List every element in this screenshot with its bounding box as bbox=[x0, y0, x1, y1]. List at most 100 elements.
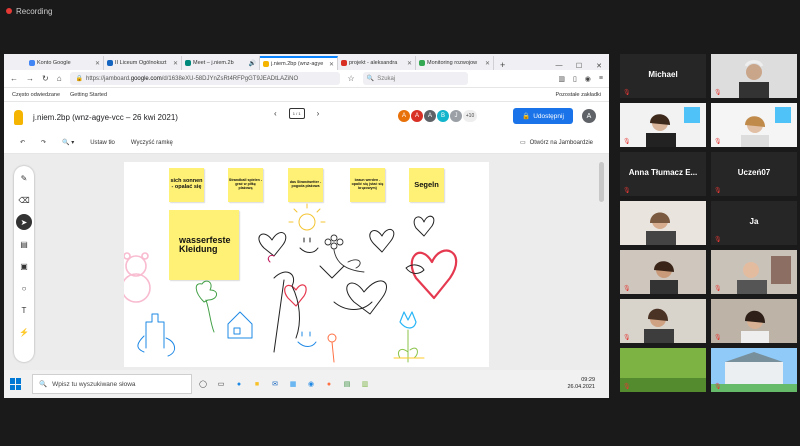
freehand-drawings[interactable] bbox=[124, 162, 489, 367]
participant-tile[interactable]: 🎙 bbox=[620, 103, 706, 147]
browser-tab-active[interactable]: j.niem.2bp (wnz-agye ✕ bbox=[260, 56, 338, 70]
browser-tab[interactable]: Monitoring rozwojow ✕ bbox=[416, 56, 494, 70]
participant-name: Uczeń07 bbox=[737, 168, 771, 177]
account-icon[interactable]: ◉ bbox=[585, 75, 591, 83]
zoom-app-icon[interactable]: ◉ bbox=[304, 377, 318, 391]
minimize-icon[interactable]: — bbox=[549, 62, 569, 70]
redo-icon[interactable]: ↷ bbox=[41, 139, 46, 146]
participant-tile[interactable]: 🎙 bbox=[711, 299, 797, 343]
image-icon[interactable]: ▣ bbox=[16, 258, 32, 274]
browser-tab[interactable]: projekt - aleksandra ✕ bbox=[338, 56, 416, 70]
menu-icon[interactable]: ≡ bbox=[599, 75, 603, 83]
app-icon[interactable]: ▥ bbox=[358, 377, 372, 391]
avatar[interactable]: J bbox=[450, 110, 462, 122]
bookmark-item[interactable]: Często odwiedzane bbox=[12, 92, 60, 98]
participant-tile[interactable]: 🎙 bbox=[711, 103, 797, 147]
muted-mic-icon: 🎙 bbox=[714, 237, 722, 243]
other-bookmarks[interactable]: Pozostałe zakładki bbox=[555, 92, 601, 98]
participant-tile[interactable]: Uczeń07 🎙 bbox=[711, 152, 797, 196]
participant-tile[interactable]: Anna Tłumacz E... 🎙 bbox=[620, 152, 706, 196]
participant-tile[interactable]: 🎙 bbox=[711, 54, 797, 98]
muted-mic-icon: 🎙 bbox=[714, 188, 722, 194]
file-explorer-icon[interactable]: ■ bbox=[250, 377, 264, 391]
undo-icon[interactable]: ↶ bbox=[20, 139, 25, 146]
share-button[interactable]: 🔒 Udostępnij bbox=[513, 108, 573, 124]
home-icon[interactable]: ⌂ bbox=[57, 74, 62, 83]
back-icon[interactable]: ← bbox=[10, 74, 18, 83]
mail-icon[interactable]: ✉ bbox=[268, 377, 282, 391]
edge-icon[interactable]: ● bbox=[232, 377, 246, 391]
close-window-icon[interactable]: ✕ bbox=[589, 62, 609, 70]
url-rest: /d/1638eXU-58DJYnZsRt4RFPgGT9JEADtLAZiNO bbox=[161, 75, 299, 82]
sidebar-icon[interactable]: ▯ bbox=[573, 75, 577, 83]
participant-tile[interactable]: 🎙 bbox=[620, 250, 706, 294]
open-in-label: Otwórz na Jamboardzie bbox=[529, 139, 593, 146]
laser-icon[interactable]: ⚡ bbox=[16, 324, 32, 340]
url-domain: google.com bbox=[130, 75, 162, 82]
zoom-icon[interactable]: 🔍 ▾ bbox=[62, 139, 74, 146]
text-box-icon[interactable]: T bbox=[16, 302, 32, 318]
set-background-button[interactable]: Ustaw tło bbox=[90, 140, 115, 146]
sticky-note-icon[interactable]: ▤ bbox=[16, 236, 32, 252]
participant-tile-speaking[interactable] bbox=[620, 201, 706, 245]
speaker-icon[interactable]: 🔊 bbox=[249, 60, 256, 67]
bookmark-item[interactable]: Getting Started bbox=[70, 92, 107, 98]
windows-start-icon[interactable] bbox=[10, 378, 22, 390]
close-tab-icon[interactable]: ✕ bbox=[95, 60, 100, 67]
firefox-icon[interactable]: ● bbox=[322, 377, 336, 391]
account-avatar[interactable]: A bbox=[582, 109, 596, 123]
next-frame-icon[interactable]: › bbox=[317, 109, 320, 118]
muted-mic-icon: 🎙 bbox=[714, 90, 722, 96]
task-switch-icon[interactable]: ▭ bbox=[214, 377, 228, 391]
system-clock[interactable]: 09:29 26.04.2021 bbox=[567, 377, 595, 391]
taskbar-search-input[interactable]: 🔍 Wpisz tu wyszukiwane słowa bbox=[32, 374, 192, 394]
reload-icon[interactable]: ↻ bbox=[42, 74, 49, 83]
close-tab-icon[interactable]: ✕ bbox=[329, 61, 334, 68]
store-icon[interactable]: ▦ bbox=[286, 377, 300, 391]
app-icon[interactable]: ▤ bbox=[340, 377, 354, 391]
close-tab-icon[interactable]: ✕ bbox=[485, 60, 490, 67]
address-bar[interactable]: 🔒 https://jamboard.google.com/d/1638eXU-… bbox=[69, 72, 340, 85]
avatar[interactable]: A bbox=[411, 110, 423, 122]
browser-tab[interactable]: Konto Google ✕ bbox=[26, 56, 104, 70]
shape-icon[interactable]: ○ bbox=[16, 280, 32, 296]
participant-tile[interactable]: 🎙 bbox=[711, 348, 797, 392]
participant-name: Michael bbox=[648, 70, 678, 79]
browser-tab[interactable]: Meet – j.niem.2b 🔊 bbox=[182, 56, 260, 70]
participant-tile[interactable]: Michael 🎙 bbox=[620, 54, 706, 98]
participant-tile[interactable]: 🎙 bbox=[620, 299, 706, 343]
participant-tile[interactable]: 🎙 bbox=[620, 348, 706, 392]
participant-tile[interactable]: 🎙 bbox=[711, 250, 797, 294]
participant-gallery: Michael 🎙 🎙 🎙 🎙 Anna Tłumacz E... 🎙 Ucze… bbox=[620, 54, 800, 404]
vertical-scrollbar[interactable] bbox=[599, 162, 604, 202]
new-tab-button[interactable]: + bbox=[494, 60, 511, 70]
search-icon: 🔍 bbox=[39, 381, 48, 388]
participant-tile-self[interactable]: Ja 🎙 bbox=[711, 201, 797, 245]
jamboard-frame[interactable]: sich sonnen - opalać się Strandball spie… bbox=[124, 162, 489, 367]
pen-icon[interactable]: ✎ bbox=[16, 170, 32, 186]
open-in-jamboard-button[interactable]: ▭ Otwórz na Jamboardzie bbox=[520, 139, 593, 147]
jamboard-title[interactable]: j.niem.2bp (wnz-agye-vcc – 26 kwi 2021) bbox=[33, 113, 178, 122]
forward-icon[interactable]: → bbox=[26, 74, 34, 83]
close-tab-icon[interactable]: ✕ bbox=[173, 60, 178, 67]
frame-counter[interactable]: 1 / 1 bbox=[288, 108, 305, 119]
avatar[interactable]: A bbox=[424, 110, 436, 122]
close-tab-icon[interactable]: ✕ bbox=[407, 60, 412, 67]
browser-tab[interactable]: II Liceum Ogólnokszt ✕ bbox=[104, 56, 182, 70]
browser-search-field[interactable]: 🔍 Szukaj bbox=[362, 72, 468, 85]
library-icon[interactable]: ▥ bbox=[558, 75, 565, 83]
task-view-icon[interactable]: ◯ bbox=[196, 377, 210, 391]
muted-mic-icon: 🎙 bbox=[623, 139, 631, 145]
muted-mic-icon: 🎙 bbox=[714, 384, 722, 390]
video-feed bbox=[620, 201, 706, 245]
eraser-icon[interactable]: ⌫ bbox=[16, 192, 32, 208]
maximize-icon[interactable]: ☐ bbox=[569, 62, 589, 70]
google-icon bbox=[29, 60, 35, 66]
bookmark-star-icon[interactable]: ☆ bbox=[348, 74, 355, 83]
more-collaborators-badge[interactable]: +10 bbox=[463, 110, 477, 122]
prev-frame-icon[interactable]: ‹ bbox=[274, 109, 277, 118]
avatar[interactable]: B bbox=[437, 110, 449, 122]
select-icon[interactable]: ➤ bbox=[16, 214, 32, 230]
avatar[interactable]: A bbox=[398, 110, 410, 122]
clear-frame-button[interactable]: Wyczyść ramkę bbox=[131, 140, 173, 146]
